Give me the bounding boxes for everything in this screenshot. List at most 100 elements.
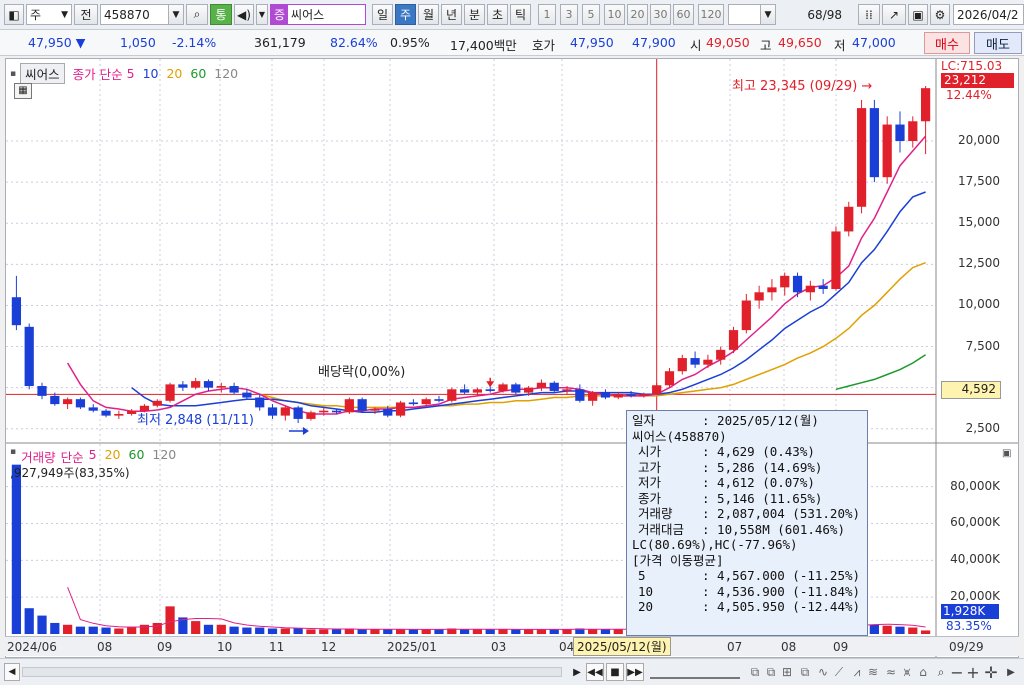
fast-forward-icon[interactable]: ▶▶ (626, 663, 644, 681)
candle-body (626, 394, 636, 396)
candle-body (421, 399, 431, 405)
scroll-right-icon[interactable]: ▶ (1004, 663, 1018, 681)
period-tab-1[interactable]: 주 (395, 4, 416, 25)
speaker-dropdown-icon[interactable]: ▼ (256, 4, 268, 25)
period-tab-6[interactable]: 틱 (510, 4, 531, 25)
candle-body (780, 275, 790, 288)
candle-body (293, 407, 303, 419)
expand-icon[interactable]: ▣ (1002, 448, 1011, 459)
candle-body (703, 359, 713, 365)
price-tick-label: 10,000 (958, 297, 1000, 312)
low-arrow-head (302, 427, 309, 436)
tool-icon-1[interactable]: ⧉ (748, 663, 762, 681)
stop-icon[interactable]: ■ (606, 663, 624, 681)
table-icon[interactable]: ▦ (14, 83, 32, 99)
time-label: 2025/01 (387, 640, 437, 654)
volume-bar (357, 629, 367, 634)
interval-button-60[interactable]: 60 (673, 4, 694, 25)
candle-body (908, 121, 918, 141)
tooltip-value: : 2,087,004 (531.20%) (702, 506, 861, 521)
shape-tool-icon[interactable]: ⌂ (916, 663, 930, 681)
candle-body (88, 407, 98, 411)
zoom-out-icon[interactable]: − (950, 663, 964, 682)
interval-button-1[interactable]: 1 (538, 4, 556, 25)
price-tick-label: 12,500 (958, 256, 1000, 271)
candle-body (11, 297, 22, 326)
pattern-tool-icon[interactable]: ⩙ (900, 663, 914, 681)
right-date-label: 09/29 (949, 640, 984, 654)
volume-bar (331, 629, 342, 634)
volume-bar (216, 624, 226, 634)
volume-ma-period-20: 20 (104, 447, 121, 462)
code-dropdown-chevron-icon[interactable]: ▼ (168, 4, 184, 25)
stock-name-button[interactable]: 씨어스 (20, 63, 65, 84)
volume-bar (524, 629, 534, 634)
candle-body (408, 402, 418, 405)
tool-icon-3[interactable]: ⊞ (780, 663, 794, 681)
interval-button-30[interactable]: 30 (650, 4, 671, 25)
time-label: 09 (833, 640, 849, 654)
candle-body (600, 392, 611, 398)
period-tab-3[interactable]: 년 (441, 4, 462, 25)
search-icon[interactable]: ⌕ (186, 4, 208, 25)
volume-bar (11, 464, 22, 634)
period-tab-0[interactable]: 일 (372, 4, 393, 25)
volume-bar (434, 629, 444, 634)
low-price: 47,000 (852, 35, 896, 50)
interval-button-5[interactable]: 5 (582, 4, 600, 25)
trend-tool-icon[interactable]: ⟋ (832, 663, 846, 681)
zoom-in-icon[interactable]: + (966, 663, 980, 682)
last-price-badge: 23,212 (941, 73, 1014, 88)
tooltip-row: 종가: 5,146 (11.65%) (632, 491, 862, 507)
play-icon[interactable]: ▶ (570, 663, 584, 681)
line-tool-icon[interactable]: ∿ (816, 663, 830, 681)
horizontal-scrollbar[interactable] (22, 667, 562, 677)
crosshair-icon[interactable]: ✛ (984, 663, 998, 682)
tooltip-value: : 4,629 (0.43%) (702, 444, 815, 459)
volume-bar (613, 629, 623, 634)
period-tab-2[interactable]: 월 (418, 4, 439, 25)
interval-dropdown-icon[interactable]: ▼ (760, 4, 776, 25)
tooltip-stock: 씨어스(458870) (632, 428, 727, 444)
interval-button-20[interactable]: 20 (627, 4, 648, 25)
zigzag-tool-icon[interactable]: ⩘ (850, 663, 864, 681)
fib-tool-icon[interactable]: ≈ (884, 663, 898, 681)
candle-body (331, 410, 342, 413)
tooltip-row: 거래대금: 10,558M (601.46%) (632, 522, 862, 538)
volume-ma-period-120: 120 (152, 447, 177, 462)
zoom-out-magnifier-icon[interactable]: ⌕ (934, 663, 948, 681)
price-tick-label: 17,500 (958, 174, 1000, 189)
tong-button[interactable]: 통 (210, 4, 232, 25)
speaker-icon[interactable]: ◀) (234, 4, 254, 25)
volume-bar (63, 624, 73, 634)
tool-icon-2[interactable]: ⧉ (764, 663, 778, 681)
zoom-slider[interactable] (650, 665, 740, 679)
scroll-left-icon[interactable]: ◀ (4, 663, 20, 681)
interval-button-10[interactable]: 10 (604, 4, 625, 25)
price-tick-label: 7,500 (965, 338, 1000, 353)
volume-bar (869, 624, 879, 634)
gear-icon[interactable]: ⚙ (930, 4, 950, 25)
date-input[interactable]: 2026/04/2 (953, 4, 1024, 25)
interval-button-3[interactable]: 3 (560, 4, 578, 25)
window-menu-icon[interactable]: ◧ (4, 4, 24, 25)
wave-tool-icon[interactable]: ≋ (866, 663, 880, 681)
interval-button-120[interactable]: 120 (698, 4, 724, 25)
high-label: 고 (760, 38, 772, 53)
period-tab-5[interactable]: 초 (487, 4, 508, 25)
rewind-icon[interactable]: ◀◀ (586, 663, 604, 681)
save-icon[interactable]: ▣ (908, 4, 928, 25)
buy-button[interactable]: 매수 (924, 32, 970, 54)
high-annotation: 최고 23,345 (09/29) → (732, 79, 873, 94)
grid-settings-icon[interactable]: ⁞⁞ (858, 4, 880, 25)
market-type-select[interactable]: 주 ▼ (26, 4, 72, 25)
collapse-icon[interactable]: ▪ (10, 69, 16, 79)
sell-button[interactable]: 매도 (974, 32, 1022, 54)
ma-period-120: 120 (214, 66, 239, 81)
chart-compare-icon[interactable]: ↗ (882, 4, 906, 25)
jeon-button[interactable]: 전 (74, 4, 98, 25)
lc-label: LC:715.03 (941, 59, 1003, 73)
stock-name-field[interactable]: 증 씨어스 (270, 4, 366, 25)
tool-icon-4[interactable]: ⧉ (798, 663, 812, 681)
period-tab-4[interactable]: 분 (464, 4, 485, 25)
